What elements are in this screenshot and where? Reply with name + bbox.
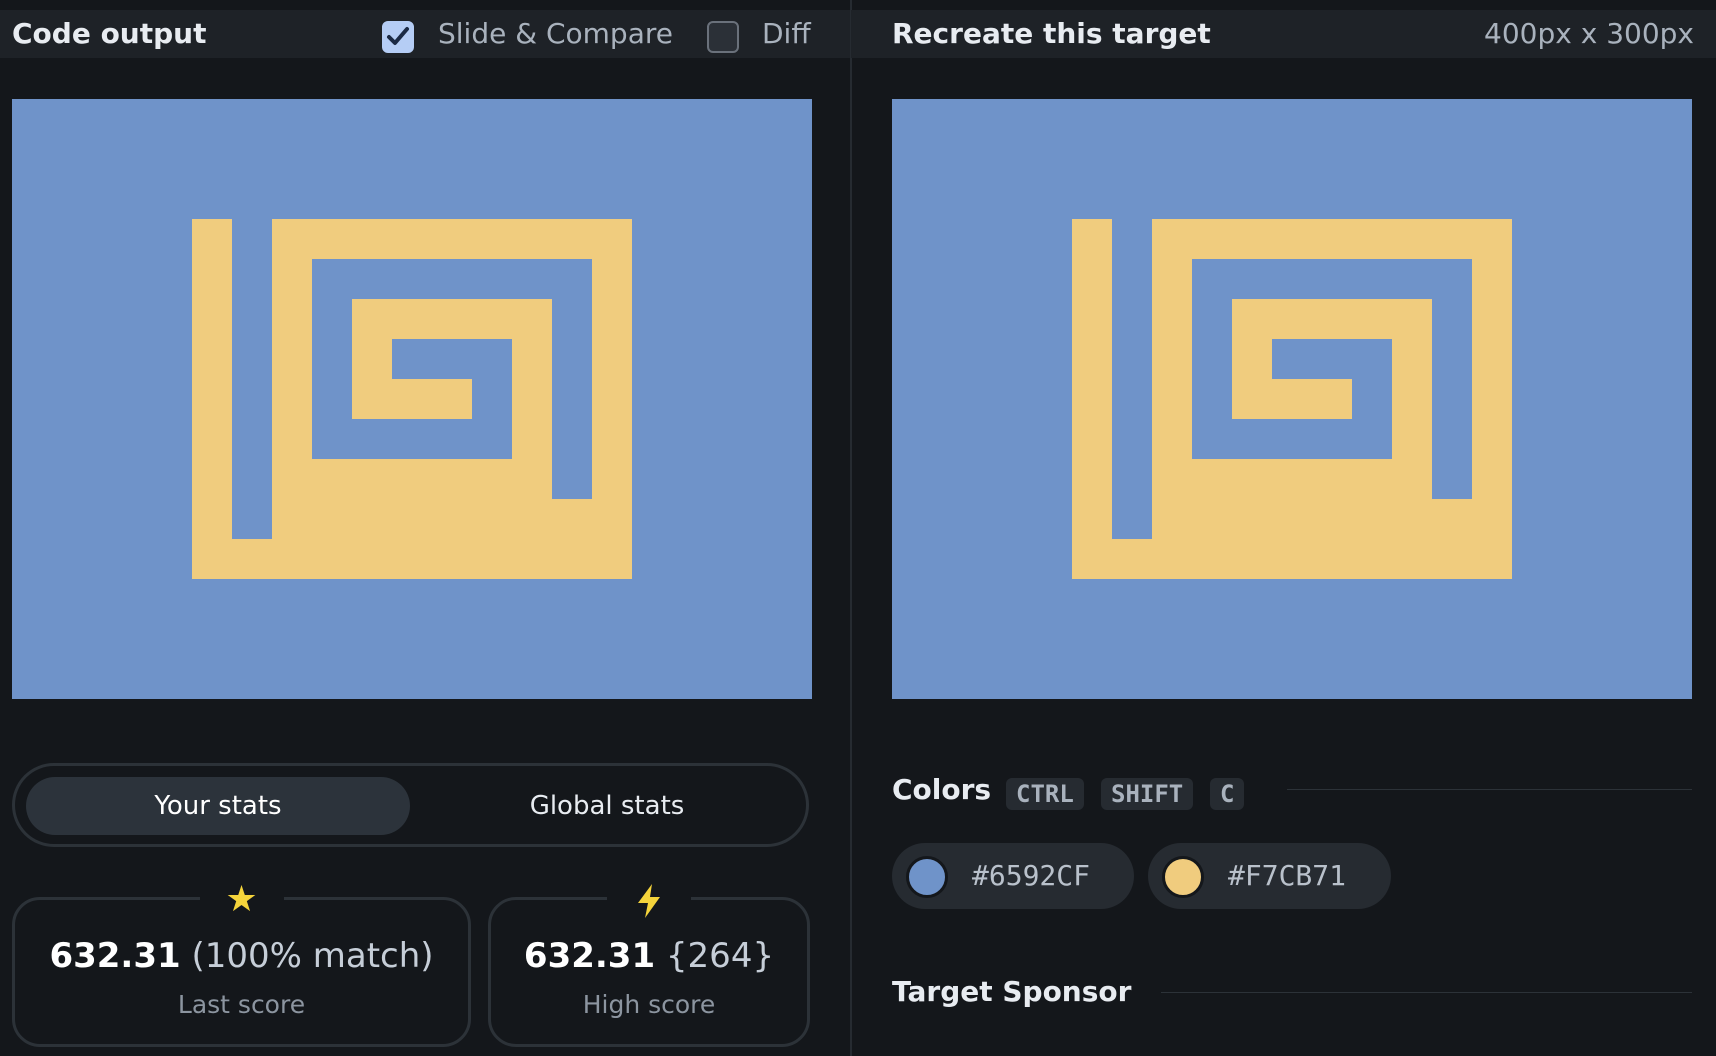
color-hex: #F7CB71 <box>1228 859 1347 892</box>
code-output-title: Code output <box>12 17 207 50</box>
shortcut-key-ctrl: CTRL <box>1006 778 1084 810</box>
diff-label[interactable]: Diff <box>762 10 811 58</box>
high-score-rank: {264} <box>665 936 775 976</box>
high-score-caption: High score <box>582 990 716 1019</box>
slide-compare-checkbox[interactable] <box>382 21 414 53</box>
color-dot <box>1162 856 1204 898</box>
output-canvas[interactable] <box>12 99 812 699</box>
tab-your-stats[interactable]: Your stats <box>26 777 410 835</box>
color-hex: #6592CF <box>972 859 1091 892</box>
tab-global-stats[interactable]: Global stats <box>415 777 799 835</box>
target-header: Recreate this target 400px x 300px <box>851 10 1716 58</box>
colors-title: Colors <box>892 773 992 806</box>
spiral-gap <box>232 219 272 539</box>
spiral-bar <box>1152 219 1512 259</box>
lightning-icon <box>607 878 691 922</box>
spiral-bar <box>1392 299 1432 499</box>
spiral-gap <box>1112 219 1152 539</box>
sponsor-divider <box>1161 992 1692 993</box>
spiral-gap <box>312 419 512 459</box>
color-swatch-blue[interactable]: #6592CF <box>892 843 1134 909</box>
star-icon: ★ <box>199 878 284 922</box>
high-score: 632.31 {264} <box>491 936 807 976</box>
checkmark-icon <box>387 27 409 45</box>
code-output-panel: Code output Slide & Compare Diff Your st… <box>0 0 850 1056</box>
spiral-center-bar <box>352 379 472 419</box>
target-panel: Recreate this target 400px x 300px Color… <box>851 0 1716 1056</box>
target-dimensions: 400px x 300px <box>1484 17 1694 50</box>
target-canvas <box>892 99 1692 699</box>
spiral-bar <box>272 219 312 539</box>
target-sponsor-title: Target Sponsor <box>892 975 1132 1008</box>
spiral-bar <box>1152 219 1192 539</box>
diff-checkbox[interactable] <box>707 21 739 53</box>
high-score-value: 632.31 <box>523 936 656 976</box>
shortcut-key-c: C <box>1210 778 1245 810</box>
last-score-value: 632.31 <box>49 936 181 976</box>
color-swatch-yellow[interactable]: #F7CB71 <box>1148 843 1391 909</box>
slide-compare-label[interactable]: Slide & Compare <box>438 10 673 58</box>
spiral-center-bar <box>1232 379 1352 419</box>
shortcut-key-shift: SHIFT <box>1101 778 1194 810</box>
last-score-match: (100% match) <box>191 936 434 976</box>
spiral-bar <box>272 219 632 259</box>
last-score-card: ★ 632.31 (100% match) Last score <box>12 878 471 1047</box>
last-score-caption: Last score <box>177 990 306 1019</box>
stats-toggle: Your stats Global stats <box>12 763 809 847</box>
color-dot <box>906 856 948 898</box>
code-output-header: Code output Slide & Compare Diff <box>0 10 850 58</box>
last-score: 632.31 (100% match) <box>15 936 468 976</box>
spiral-gap <box>1192 419 1392 459</box>
high-score-card: 632.31 {264} High score <box>488 878 810 1047</box>
target-title: Recreate this target <box>892 17 1211 50</box>
spiral-bar <box>512 299 552 499</box>
colors-divider <box>1287 789 1692 790</box>
